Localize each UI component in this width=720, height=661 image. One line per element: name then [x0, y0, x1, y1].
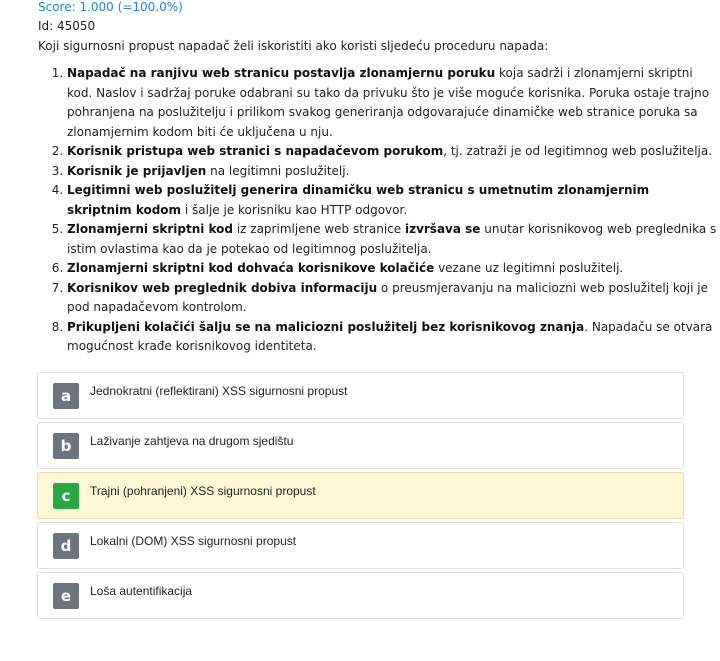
answer-option-b[interactable]: b Laživanje zahtjeva na drugom sjedištu: [37, 422, 684, 469]
step-bold-text: izvršava se: [404, 222, 481, 236]
option-text: Trajni (pohranjeni) XSS sigurnosni propu…: [90, 484, 316, 498]
option-letter-badge: c: [53, 483, 79, 509]
step-item: Korisnik pristupa web stranici s napadač…: [67, 142, 717, 162]
score-text: Score: 1.000 (=100.0%): [38, 0, 183, 14]
question-id: Id: 45050: [38, 19, 96, 33]
option-text: Loša autentifikacija: [90, 584, 193, 598]
step-item: Legitimni web poslužitelj generira dinam…: [67, 181, 717, 220]
step-bold-text: Prikupljeni kolačići šalju se na malicio…: [67, 319, 585, 334]
step-item: Zlonamjerni skriptni kod dohvaća korisni…: [67, 259, 717, 279]
question-text: Koji sigurnosni propust napadač želi isk…: [38, 39, 549, 53]
answer-options: a Jednokratni (reflektirani) XSS sigurno…: [37, 372, 684, 622]
step-text: , tj. zatraži je od legitimnog web poslu…: [443, 144, 713, 158]
step-bold-text: Korisnik pristupa web stranici s napadač…: [67, 144, 444, 158]
step-text: i šalje je korisniku kao HTTP odgovor.: [181, 202, 408, 217]
step-bold-text: Korisnik je prijavljen: [67, 163, 207, 178]
answer-option-c[interactable]: c Trajni (pohranjeni) XSS sigurnosni pro…: [37, 472, 684, 519]
answer-option-e[interactable]: e Loša autentifikacija: [37, 572, 684, 619]
attack-steps-list: Napadač na ranjivu web stranicu postavlj…: [38, 64, 717, 357]
step-text: vezane uz legitimni poslužitelj.: [434, 261, 624, 275]
answer-option-a[interactable]: a Jednokratni (reflektirani) XSS sigurno…: [37, 372, 684, 419]
step-item: Korisnikov web preglednik dobiva informa…: [67, 279, 717, 318]
step-item: Prikupljeni kolačići šalju se na malicio…: [67, 318, 717, 357]
step-bold-text: Korisnikov web preglednik dobiva informa…: [67, 280, 378, 295]
step-item: Zlonamjerni skriptni kod iz zaprimljene …: [67, 220, 717, 259]
step-text: na legitimni poslužitelj.: [206, 163, 350, 178]
option-letter-badge: e: [53, 583, 79, 609]
option-letter-badge: b: [53, 433, 79, 459]
step-item: Napadač na ranjivu web stranicu postavlj…: [67, 64, 717, 142]
option-letter-badge: a: [53, 383, 79, 409]
step-bold-text: Zlonamjerni skriptni kod dohvaća korisni…: [67, 261, 435, 275]
option-text: Laživanje zahtjeva na drugom sjedištu: [90, 434, 294, 448]
option-text: Jednokratni (reflektirani) XSS sigurnosn…: [90, 384, 348, 398]
step-bold-text: Napadač na ranjivu web stranicu postavlj…: [67, 66, 496, 80]
answer-option-d[interactable]: d Lokalni (DOM) XSS sigurnosni propust: [37, 522, 684, 569]
option-letter-badge: d: [53, 533, 79, 559]
step-item: Korisnik je prijavljen na legitimni posl…: [67, 162, 717, 182]
option-text: Lokalni (DOM) XSS sigurnosni propust: [90, 534, 297, 548]
step-text: iz zaprimljene web stranice: [233, 222, 405, 236]
step-bold-text: Zlonamjerni skriptni kod: [67, 222, 234, 236]
